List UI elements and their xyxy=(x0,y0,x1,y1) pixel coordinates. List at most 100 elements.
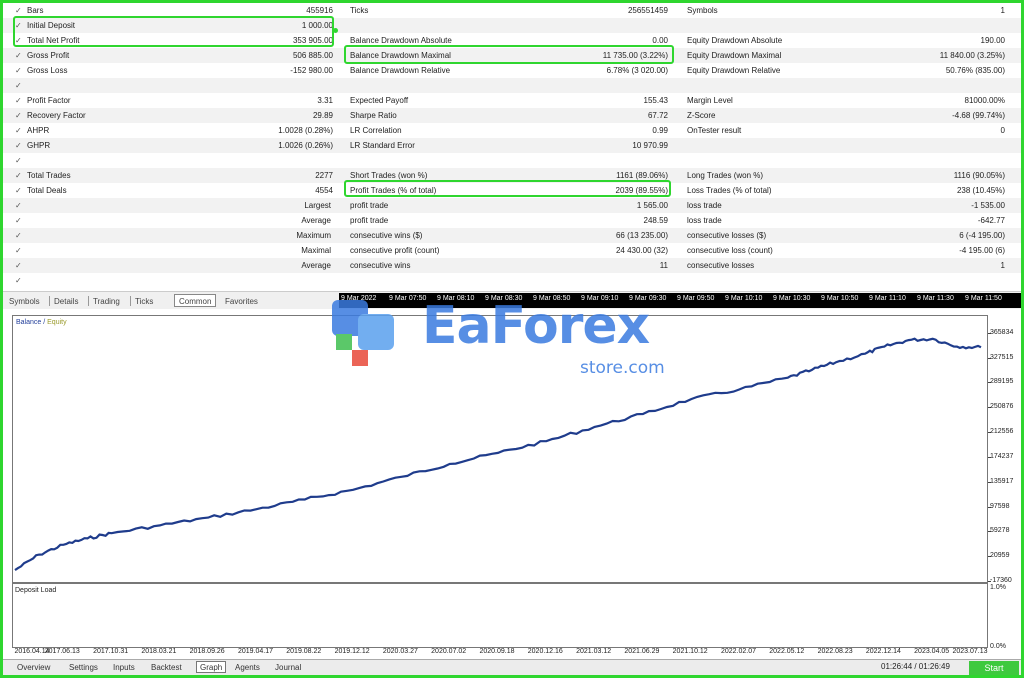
tab-symbols[interactable]: Symbols xyxy=(9,295,40,308)
tab-common[interactable]: Common xyxy=(174,294,217,307)
row-label-2: Ticks xyxy=(350,6,369,15)
tab-favorites[interactable]: Favorites xyxy=(225,295,258,308)
row-label-2: consecutive profit (count) xyxy=(350,246,440,255)
row-label-2: consecutive wins ($) xyxy=(350,231,423,240)
row-label: Gross Loss xyxy=(27,66,68,75)
bottom-tab-bar: Overview Settings Inputs Backtest Graph Agent… xyxy=(3,659,1021,675)
x-tick-label: 2022.05.12 xyxy=(769,648,805,655)
deposit-load-panel: Deposit Load xyxy=(12,582,988,648)
time-label: 9 Mar 10:30 xyxy=(773,295,811,302)
check-icon: ✓ xyxy=(15,126,22,135)
row-value-3: 6 (-4 195.00) xyxy=(959,231,1005,240)
check-icon: ✓ xyxy=(15,201,22,210)
row-label: Total Deals xyxy=(27,186,67,195)
eaforex-logo-icon xyxy=(332,300,394,366)
bottom-tab-agents[interactable]: Agents xyxy=(235,662,260,674)
row-value-3: -642.77 xyxy=(977,216,1005,225)
x-tick-label: 2022.02.07 xyxy=(720,648,757,655)
bottom-tab-journal[interactable]: Journal xyxy=(275,662,301,674)
x-tick-label: 2020.09.18 xyxy=(479,648,515,655)
row-value: 4554 xyxy=(315,186,333,195)
tab-trading[interactable]: Trading xyxy=(93,295,120,308)
start-button[interactable]: Start xyxy=(969,661,1019,675)
row-value-2: 10 970.99 xyxy=(632,141,668,150)
time-label: 9 Mar 11:10 xyxy=(869,295,906,302)
row-value-3: 1 xyxy=(1000,6,1005,15)
y-axis: 365834 327515 289195 250876 212556 174237 1359… xyxy=(988,315,1021,648)
row-label-3: Long Trades (won %) xyxy=(687,171,764,180)
check-icon: ✓ xyxy=(15,276,22,285)
report-row: ✓ GHPR 1.0026 (0.26%) LR Standard Error 10 9… xyxy=(3,138,1021,153)
row-label-3: Loss Trades (% of total) xyxy=(687,186,772,195)
x-tick-label: 2021.10.12 xyxy=(672,648,708,655)
time-label: 9 Mar 11:50 xyxy=(965,295,1002,302)
row-value: 3.31 xyxy=(317,96,333,105)
row-value-2: 66 (13 235.00) xyxy=(615,231,668,240)
y-tick-label: 212556 xyxy=(990,428,1014,436)
check-icon: ✓ xyxy=(15,156,22,165)
check-icon: ✓ xyxy=(15,96,22,105)
tab-details[interactable]: Details xyxy=(54,295,78,308)
y-tick-label: -17360 xyxy=(990,577,1012,584)
check-icon: ✓ xyxy=(15,186,22,195)
row-label-2: Sharpe Ratio xyxy=(350,111,397,120)
time-label: 9 Mar 10:50 xyxy=(821,295,859,302)
row-label-3: Z-Score xyxy=(687,111,716,120)
row-value-2: 11 xyxy=(659,261,668,270)
report-row: ✓ AHPR 1.0028 (0.28%) LR Correlation 0.99 OnT… xyxy=(3,123,1021,138)
row-value-2: 67.72 xyxy=(647,111,668,120)
check-icon: ✓ xyxy=(15,171,22,180)
row-value-2: 1 565.00 xyxy=(636,201,668,210)
x-tick-label: 2023.04.05 xyxy=(914,648,950,655)
check-icon: ✓ xyxy=(15,231,22,240)
row-label: Maximum xyxy=(296,231,331,240)
highlight-profit-trades xyxy=(344,180,671,197)
row-label-2: profit trade xyxy=(350,216,389,225)
x-axis: 2016.04.14 2017.06.13 2017.10.31 2018.03.21… xyxy=(12,648,988,658)
report-row: ✓ Maximal consecutive profit (count) 24 430… xyxy=(3,243,1021,258)
row-value-3: 1 xyxy=(1000,261,1005,270)
row-label: Profit Factor xyxy=(27,96,71,105)
row-value-2: 155.43 xyxy=(643,96,668,105)
check-icon: ✓ xyxy=(15,81,22,90)
bottom-tab-inputs[interactable]: Inputs xyxy=(113,662,135,674)
row-value-3: 50.76% (835.00) xyxy=(945,66,1005,75)
report-row: ✓ xyxy=(3,78,1021,93)
row-label: Recovery Factor xyxy=(27,111,86,120)
y-tick-label: 289195 xyxy=(990,378,1014,386)
tab-ticks[interactable]: Ticks xyxy=(135,295,153,308)
bottom-tab-backtest[interactable]: Backtest xyxy=(151,662,182,674)
y-tick-label: 327515 xyxy=(990,353,1014,361)
row-label: Gross Profit xyxy=(27,51,70,60)
row-label-3: consecutive loss (count) xyxy=(687,246,773,255)
eaforex-watermark: EaForex store.com xyxy=(312,286,722,386)
row-value-3: 190.00 xyxy=(980,36,1005,45)
x-tick-label: 2017.10.31 xyxy=(93,648,129,655)
row-value-3: 0 xyxy=(1000,126,1005,135)
row-value-3: 11 840.00 (3.25%) xyxy=(939,51,1005,60)
row-value-3: 1116 (90.05%) xyxy=(953,171,1005,180)
report-row: ✓ Maximum consecutive wins ($) 66 (13 235.0… xyxy=(3,228,1021,243)
x-tick-label: 2020.12.16 xyxy=(527,648,563,655)
row-label-2: LR Standard Error xyxy=(350,141,415,150)
x-tick-label: 2018.03.21 xyxy=(141,648,177,655)
bottom-tab-settings[interactable]: Settings xyxy=(69,662,98,674)
check-icon: ✓ xyxy=(15,111,22,120)
row-label-2: consecutive wins xyxy=(350,261,411,270)
bottom-tab-overview[interactable]: Overview xyxy=(17,662,50,674)
watermark-sub: store.com xyxy=(580,358,665,378)
bottom-tab-graph[interactable]: Graph xyxy=(196,661,227,673)
x-tick-label: 2022.12.14 xyxy=(865,648,901,655)
check-icon: ✓ xyxy=(15,66,22,75)
row-label-3: OnTester result xyxy=(687,126,742,135)
row-label-3: Equity Drawdown Relative xyxy=(687,66,781,75)
highlight-dot xyxy=(333,28,338,33)
row-label-3: Equity Drawdown Maximal xyxy=(687,51,782,60)
y-tick-label: 365834 xyxy=(990,328,1014,336)
report-row: ✓ xyxy=(3,153,1021,168)
highlight-balance-drawdown-maximal xyxy=(344,45,674,64)
deposit-load-title: Deposit Load xyxy=(15,587,57,594)
row-label-3: loss trade xyxy=(687,201,722,210)
report-row: ✓ Profit Factor 3.31 Expected Payoff 155.43 M… xyxy=(3,93,1021,108)
row-value: 1.0026 (0.26%) xyxy=(278,141,333,150)
